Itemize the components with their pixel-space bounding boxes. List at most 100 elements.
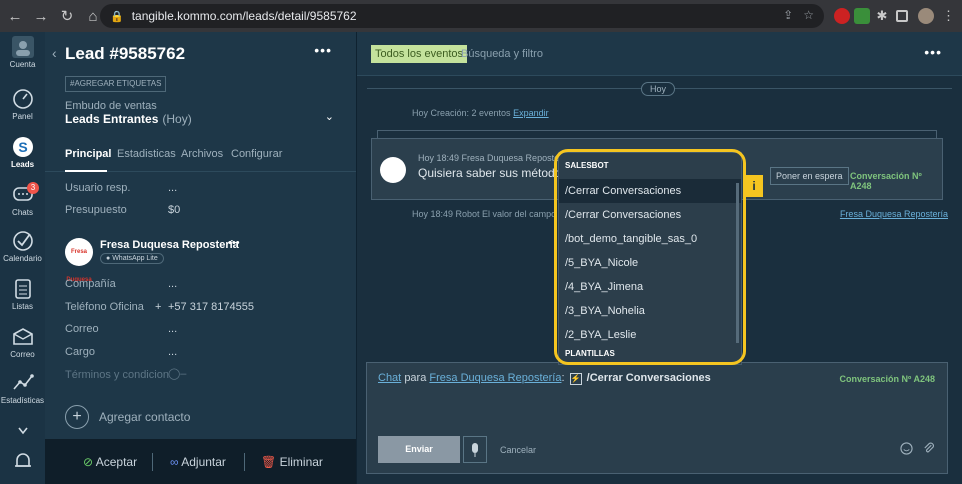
cancel-button[interactable]: Cancelar	[500, 445, 536, 455]
hold-button[interactable]: Poner en espera	[770, 167, 849, 185]
bookmark-star-icon[interactable]: ☆	[803, 8, 814, 22]
creation-event: Hoy Creación: 2 eventos Expandir	[412, 108, 549, 118]
microphone-button[interactable]	[463, 436, 487, 463]
nav-item-chats[interactable]: 3 Chats	[0, 182, 45, 217]
nav-item-calendar[interactable]: Calendario	[0, 230, 45, 263]
nav-label: Calendario	[3, 254, 42, 263]
field-label: Correo	[65, 323, 99, 335]
tab-statistics[interactable]: Estadisticas	[117, 148, 176, 160]
composer-text[interactable]: /Cerrar Conversaciones	[587, 372, 711, 384]
field-value[interactable]: ...	[168, 346, 177, 358]
nav-item-stats[interactable]: Estadísticas	[0, 372, 45, 405]
divider	[152, 453, 153, 471]
lead-tabs: Principal Estadisticas Archivos Configur…	[45, 140, 356, 172]
funnel-value: Leads Entrantes	[65, 112, 159, 126]
puzzle-icon[interactable]: ✱	[874, 8, 890, 24]
more-dots-icon[interactable]: •••	[924, 44, 942, 60]
tab-configure[interactable]: Configurar	[231, 148, 282, 160]
search-filter-input[interactable]: Búsqueda y filtro	[461, 48, 543, 60]
plus-icon: +	[65, 405, 89, 429]
lock-icon: 🔒	[110, 10, 124, 23]
chats-badge: 3	[27, 182, 39, 194]
nav-label: Cuenta	[9, 60, 36, 69]
nav-item-lists[interactable]: Listas	[0, 278, 45, 311]
check-circle-icon: ⊘	[83, 455, 94, 469]
list-icon	[14, 279, 31, 299]
nav-item-leads[interactable]: S Leads	[0, 136, 45, 169]
nav-more-arrow-icon[interactable]	[0, 420, 45, 444]
field-value[interactable]: ...	[168, 323, 177, 335]
conversation-label[interactable]: Conversación Nº A248	[840, 374, 936, 384]
sidepanel-icon[interactable]	[896, 10, 908, 22]
accept-button[interactable]: ⊘ Aceptar	[83, 455, 137, 469]
more-dots-icon[interactable]: •••	[228, 237, 240, 249]
back-chevron-icon[interactable]: ‹	[52, 45, 57, 61]
nav-item-panel[interactable]: Panel	[0, 88, 45, 121]
send-button[interactable]: Enviar	[378, 436, 460, 463]
highlight-annotation	[554, 149, 746, 365]
lead-title: Lead #9585762	[65, 44, 186, 63]
field-label: Presupuesto	[65, 204, 127, 216]
composer-target: Chat para Fresa Duquesa Repostería: ⚡ /C…	[378, 372, 711, 385]
funnel-label: Embudo de ventas	[65, 100, 157, 112]
nav-label: Estadísticas	[0, 396, 45, 405]
para-label: para	[404, 372, 427, 384]
tab-files[interactable]: Archivos	[181, 148, 223, 160]
back-arrow-icon[interactable]: ←	[4, 5, 26, 27]
recipient-link[interactable]: Fresa Duquesa Repostería	[429, 372, 561, 384]
contact-link[interactable]: Fresa Duquesa Repostería	[840, 209, 948, 219]
attach-button[interactable]: ∞ Adjuntar	[170, 455, 226, 469]
nav-label: Leads	[10, 160, 35, 169]
day-label: Hoy	[641, 82, 676, 96]
add-tags-button[interactable]: #AGREGAR ETIQUETAS	[65, 76, 167, 92]
nav-label: Panel	[12, 112, 33, 121]
delete-button[interactable]: 🗑 Eliminar	[261, 455, 323, 469]
field-label: Usuario resp.	[65, 182, 131, 194]
paperclip-icon[interactable]	[922, 441, 935, 455]
chevron-down-icon[interactable]: ⌄	[325, 110, 334, 123]
info-tag: i	[745, 175, 763, 197]
funnel-select[interactable]: Leads Entrantes (Hoy)	[65, 112, 192, 126]
speedometer-icon	[12, 89, 33, 109]
forward-arrow-icon[interactable]: →	[30, 5, 52, 27]
extension-icon[interactable]	[854, 8, 870, 24]
address-bar[interactable]: 🔒 tangible.kommo.com/leads/detail/958576…	[100, 4, 824, 28]
phone-plus-icon[interactable]: +	[155, 301, 161, 313]
stats-line-icon	[12, 374, 34, 390]
chat-link[interactable]: Chat	[378, 372, 401, 384]
extension-icon[interactable]	[834, 8, 850, 24]
feed-header: Todos los eventos Búsqueda y filtro •••	[357, 32, 962, 76]
expand-link[interactable]: Expandir	[513, 108, 549, 118]
microphone-icon	[472, 443, 478, 457]
nav-item-account[interactable]: Cuenta	[0, 36, 45, 69]
emoji-icon[interactable]	[900, 442, 913, 455]
notification-bell-icon[interactable]	[0, 450, 45, 474]
checkmark-icon	[12, 231, 33, 251]
all-events-filter[interactable]: Todos los eventos	[371, 45, 468, 63]
share-icon[interactable]: ⇪	[783, 8, 793, 22]
tab-principal[interactable]: Principal	[65, 148, 111, 160]
message-composer[interactable]: Chat para Fresa Duquesa Repostería: ⚡ /C…	[366, 362, 948, 474]
reload-icon[interactable]: ↻	[56, 5, 78, 27]
contact-name[interactable]: Fresa Duquesa Repostería	[100, 239, 239, 251]
browser-menu-icon[interactable]: ⋮	[942, 8, 958, 24]
robot-event: Hoy 18:49 Robot El valor del campo	[412, 209, 557, 219]
field-value[interactable]: $0	[168, 204, 180, 216]
field-label: Términos y condicion	[65, 369, 169, 381]
field-label: Compañía	[65, 278, 116, 290]
nav-item-mail[interactable]: Correo	[0, 326, 45, 359]
contact-avatar	[380, 157, 406, 183]
profile-avatar[interactable]	[918, 8, 934, 24]
browser-toolbar: ← → ↻ ⌂ 🔒 tangible.kommo.com/leads/detai…	[0, 0, 962, 32]
field-value[interactable]: +57 317 8174555	[168, 301, 254, 313]
whatsapp-badge: ● WhatsApp Lite	[100, 253, 164, 264]
left-navigation: Cuenta Panel S Leads 3 Chats Calendario …	[0, 32, 45, 484]
conversation-label[interactable]: Conversación Nº A248	[850, 171, 942, 191]
field-value[interactable]: ...	[168, 278, 177, 290]
toggle-switch-icon[interactable]: ◯–	[168, 367, 186, 380]
field-value[interactable]: ...	[168, 182, 177, 194]
add-contact-button[interactable]: + Agregar contacto	[65, 405, 190, 429]
funnel-time: (Hoy)	[162, 112, 192, 126]
more-dots-icon[interactable]: •••	[314, 42, 332, 58]
url-text: tangible.kommo.com/leads/detail/9585762	[131, 9, 357, 23]
